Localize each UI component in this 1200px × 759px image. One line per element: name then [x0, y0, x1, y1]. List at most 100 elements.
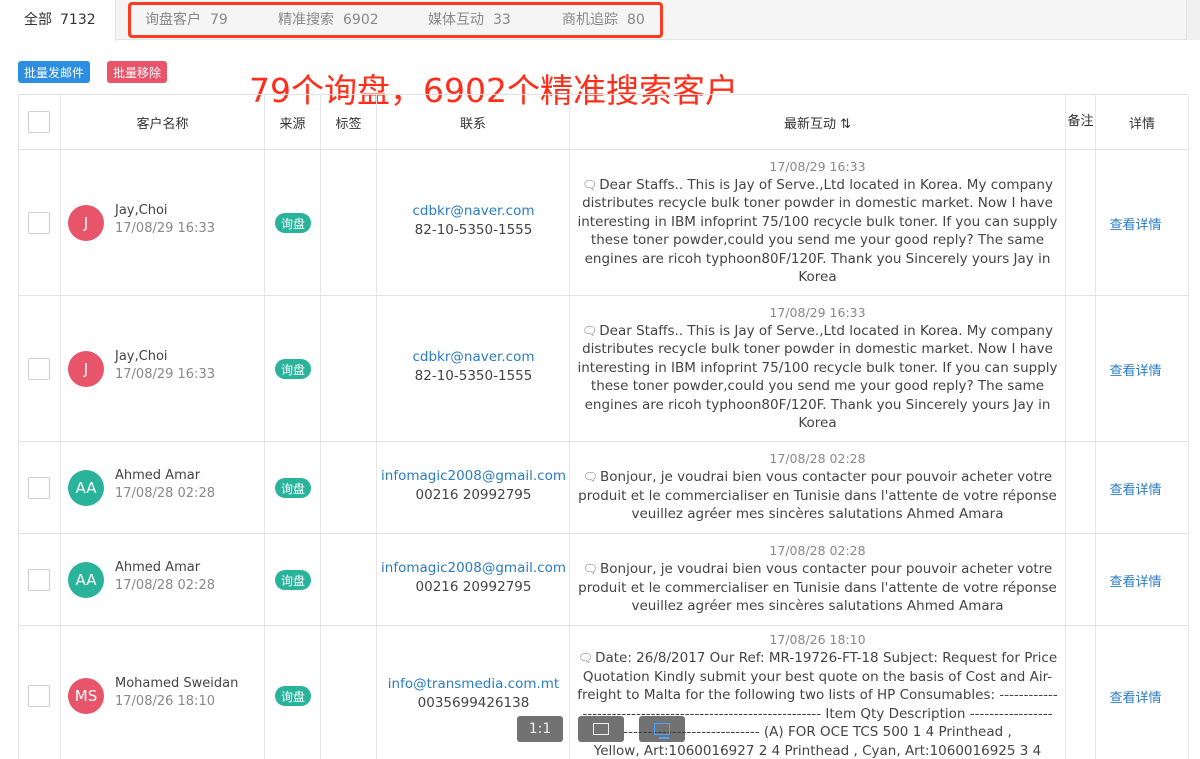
message-line: Korea	[798, 415, 837, 431]
chat-bubble-icon: 🗨	[582, 323, 598, 338]
table-row: AA Ahmed Amar 17/08/28 02:28 询盘 infomagic200…	[19, 534, 1189, 626]
view-detail-link[interactable]: 查看详情	[1096, 687, 1175, 706]
message-line: engines are ricoh typhoon80F/120F. Thank…	[584, 250, 1051, 267]
message-line: engines are ricoh typhoon80F/120F. Thank…	[584, 396, 1051, 413]
source-badge: 询盘	[275, 359, 311, 379]
contact-phone: 82-10-5350-1555	[414, 368, 533, 384]
message-line: Dear Staffs.. This is Jay of Serve.,Ltd …	[599, 176, 1053, 193]
avatar: J	[68, 205, 104, 241]
customer-name: Mohamed Sweidan	[115, 676, 239, 691]
contact-phone: 82-10-5350-1555	[414, 222, 533, 238]
bulk-email-button[interactable]: 批量发邮件	[18, 61, 91, 83]
chat-bubble-icon: 🗨	[582, 177, 598, 192]
header-detail: 详情	[1128, 116, 1155, 132]
message-line: Quotation Kindly submit your best quote …	[582, 668, 1053, 685]
tab-all-count: 7132	[60, 12, 96, 28]
row-checkbox[interactable]	[28, 477, 50, 499]
header-note: 备注	[1067, 114, 1094, 129]
interaction-message: 🗨 Bonjour, je voudrai bien vous contacter…	[577, 560, 1058, 616]
interaction-message: 🗨 Dear Staffs.. This is Jay of Serve.,Ltd…	[577, 176, 1058, 287]
customer-table: 客户名称 来源 标签 联系 最新互动 ⇅ 备注 详情 J Jay,Choi 17/0…	[18, 94, 1189, 759]
contact-phone: 0035699426138	[417, 695, 530, 711]
source-badge: 询盘	[275, 686, 311, 706]
message-line: veuillez agréer mes sincères salutations…	[631, 598, 1004, 615]
view-detail-link[interactable]: 查看详情	[1096, 479, 1175, 498]
message-line: interesting in IBM infoprint 75/100 recy…	[577, 213, 1058, 230]
message-line: Yellow, Art:1060016927 2 4 Printhead , C…	[593, 742, 1042, 759]
tab-all[interactable]: 全部 7132	[0, 0, 116, 41]
customer-date: 17/08/28 02:28	[115, 578, 215, 593]
avatar-initials: J	[83, 360, 89, 378]
row-checkbox[interactable]	[28, 212, 50, 234]
chat-bubble-icon: 🗨	[582, 470, 599, 485]
avatar: MS	[68, 678, 104, 714]
message-line: produit et le commercialiser en Tunisie …	[578, 579, 1057, 596]
chat-bubble-icon: 🗨	[577, 651, 594, 665]
interaction-message: 🗨 Date: 26/8/2017 Our Ref: MR-19726-FT-18…	[577, 649, 1058, 759]
message-line: distributes recycle bulk toner powder in…	[582, 195, 1053, 211]
contact-phone: 00216 20992795	[415, 579, 532, 595]
tab-scroll-right[interactable]	[1186, 0, 1200, 40]
message-line: freight to Malta for the following two l…	[577, 687, 1058, 703]
row-checkbox[interactable]	[28, 685, 50, 707]
tab-bar: 全部 7132 询盘客户 79 精准搜索 6902 媒体互动 33 商机追踪 80	[0, 0, 1200, 41]
customer-date: 17/08/26 18:10	[115, 694, 215, 709]
interaction-message: 🗨 Bonjour, je voudrai bien vous contacter…	[577, 468, 1058, 524]
tab-all-label: 全部	[24, 12, 52, 28]
fit-window-icon	[654, 723, 670, 739]
source-badge: 询盘	[275, 213, 311, 233]
avatar: AA	[68, 470, 104, 506]
bulk-remove-button[interactable]: 批量移除	[107, 61, 168, 83]
message-line: interesting in IBM infoprint 75/100 recy…	[577, 359, 1058, 376]
table-row: J Jay,Choi 17/08/29 16:33 询盘 cdbkr@naver.com…	[19, 150, 1189, 296]
header-tags: 标签	[335, 116, 362, 132]
contact-email-link[interactable]: cdbkr@naver.com	[377, 349, 570, 365]
zoom-label: 1:1	[528, 721, 552, 737]
fit-screen-button[interactable]	[578, 716, 624, 742]
customer-date: 17/08/28 02:28	[115, 486, 215, 501]
message-line: Bonjour, je voudrai bien vous contacter …	[600, 561, 1053, 578]
message-line: distributes recycle bulk toner powder in…	[582, 341, 1053, 357]
customer-date: 17/08/29 16:33	[115, 367, 215, 382]
table-header: 客户名称 来源 标签 联系 最新互动 ⇅ 备注 详情	[19, 95, 1189, 149]
view-detail-link[interactable]: 查看详情	[1096, 214, 1175, 233]
avatar: AA	[68, 562, 104, 598]
table-row: AA Ahmed Amar 17/08/28 02:28 询盘 infomagic200…	[19, 442, 1189, 534]
customer-list-page: 全部 7132 询盘客户 79 精准搜索 6902 媒体互动 33 商机追踪 80 批量发…	[0, 0, 1200, 759]
customer-name: Jay,Choi	[115, 203, 168, 218]
customer-name: Ahmed Amar	[115, 468, 201, 483]
customer-name: Ahmed Amar	[115, 560, 201, 575]
row-checkbox[interactable]	[28, 569, 50, 591]
message-line: Date: 26/8/2017 Our Ref: MR-19726-FT-18 …	[595, 650, 1058, 666]
view-detail-link[interactable]: 查看详情	[1096, 360, 1175, 379]
fit-window-button[interactable]	[639, 716, 685, 742]
message-line: produit et le commercialiser en Tunisie …	[578, 487, 1057, 504]
interaction-time: 17/08/26 18:10	[769, 632, 866, 647]
interaction-time: 17/08/29 16:33	[769, 158, 866, 174]
message-line: Bonjour, je voudrai bien vous contacter …	[600, 469, 1053, 486]
contact-email-link[interactable]: cdbkr@naver.com	[377, 203, 570, 219]
zoom-actual-size-button[interactable]: 1:1	[517, 716, 563, 742]
contact-email-link[interactable]: info@transmedia.com.mt	[377, 676, 570, 692]
contact-email-link[interactable]: infomagic2008@gmail.com	[377, 468, 570, 484]
customer-date: 17/08/29 16:33	[115, 221, 215, 236]
customer-name: Jay,Choi	[115, 349, 168, 364]
interaction-time: 17/08/29 16:33	[769, 304, 866, 320]
contact-email-link[interactable]: infomagic2008@gmail.com	[377, 560, 570, 576]
view-detail-link[interactable]: 查看详情	[1096, 571, 1175, 590]
message-line: Dear Staffs.. This is Jay of Serve.,Ltd …	[599, 322, 1053, 339]
header-latest-interaction[interactable]: 最新互动 ⇅	[570, 95, 1065, 149]
select-all-checkbox[interactable]	[28, 111, 50, 133]
header-source: 来源	[279, 116, 306, 132]
header-customer: 客户名称	[136, 116, 189, 132]
avatar-initials: J	[83, 214, 89, 232]
row-checkbox[interactable]	[28, 358, 50, 380]
message-line: these toner powder,could you send me you…	[590, 232, 1045, 248]
avatar-initials: AA	[75, 479, 97, 497]
interaction-message: 🗨 Dear Staffs.. This is Jay of Serve.,Ltd…	[577, 322, 1058, 433]
header-contact: 联系	[459, 116, 486, 132]
source-badge: 询盘	[275, 478, 311, 498]
source-badge: 询盘	[275, 570, 311, 590]
message-line: Korea	[798, 269, 837, 285]
interaction-time: 17/08/28 02:28	[769, 543, 866, 559]
